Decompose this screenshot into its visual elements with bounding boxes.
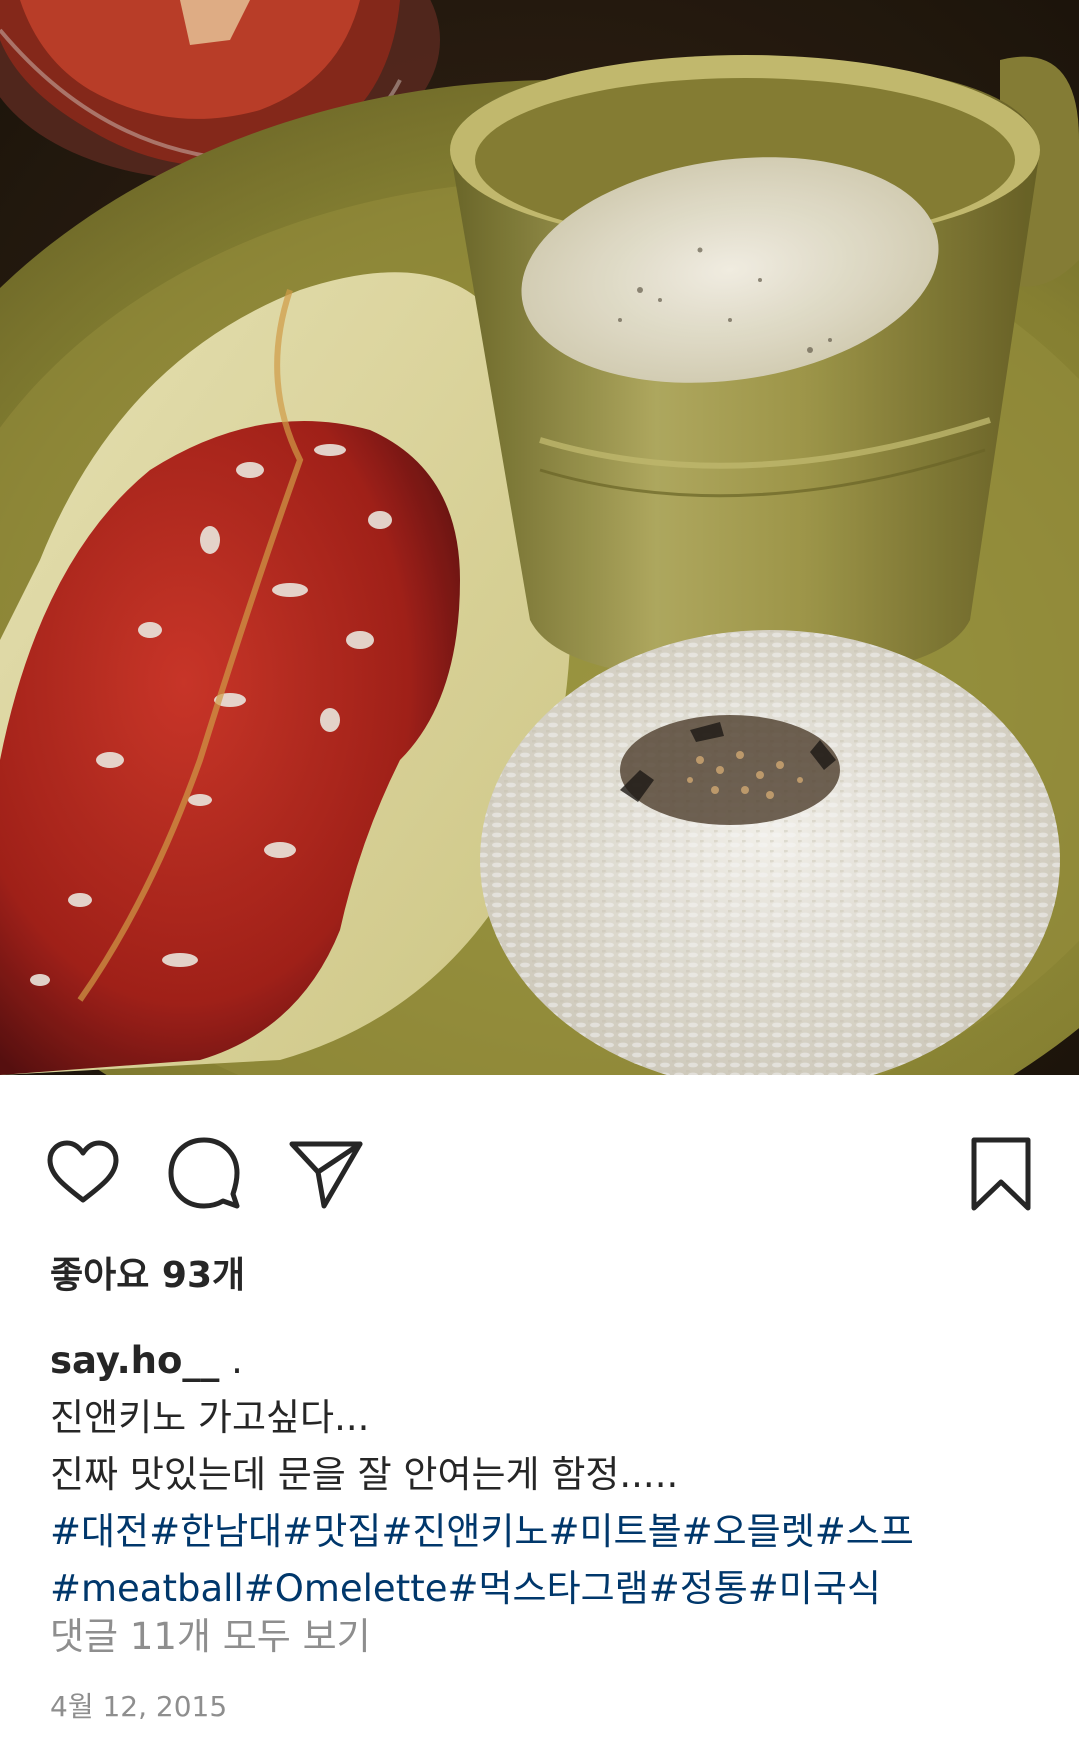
bookmark-icon[interactable] [960,1132,1042,1214]
hashtag-link[interactable]: #미국식 [748,1567,881,1610]
heart-icon[interactable] [42,1132,124,1214]
post-photo[interactable] [0,0,1079,1075]
paper-plane-icon[interactable] [284,1132,366,1214]
caption-header-line: say.ho__ . [50,1332,1040,1389]
food-photo-image [0,0,1079,1075]
hashtag-link[interactable]: #오믈렛 [682,1510,815,1553]
hashtag-link[interactable]: #meatball [50,1567,244,1610]
post-date: 4월 12, 2015 [50,1690,228,1723]
comment-icon[interactable] [163,1132,245,1214]
view-all-comments-link[interactable]: 댓글 11개 모두 보기 [50,1606,371,1660]
username-link[interactable]: say.ho__ [50,1339,219,1382]
hashtag-link[interactable]: #Omelette [244,1567,448,1610]
likes-count[interactable]: 좋아요 93개 [50,1246,245,1298]
hashtag-link[interactable]: #한남대 [149,1510,282,1553]
hashtag-link[interactable]: #진앤키노 [381,1510,548,1553]
hashtag-link[interactable]: #맛집 [282,1510,381,1553]
hashtag-link[interactable]: #대전 [50,1510,149,1553]
caption-line: 진짜 맛있는데 문을 잘 안여는게 함정..... [50,1453,679,1496]
hashtag-link[interactable]: #미트볼 [548,1510,681,1553]
caption-line: 진앤키노 가고싶다... [50,1396,370,1439]
hashtag-link[interactable]: #정통 [649,1567,748,1610]
hashtag-link[interactable]: #먹스타그램 [447,1567,648,1610]
hashtag-link[interactable]: #스프 [815,1510,914,1553]
hashtag-line: #대전#한남대#맛집#진앤키노#미트볼#오믈렛#스프 [50,1503,1040,1560]
post-action-bar [0,1075,1079,1260]
caption-suffix: . [219,1339,243,1382]
post-caption: say.ho__ . 진앤키노 가고싶다... 진짜 맛있는데 문을 잘 안여는… [50,1332,1040,1617]
